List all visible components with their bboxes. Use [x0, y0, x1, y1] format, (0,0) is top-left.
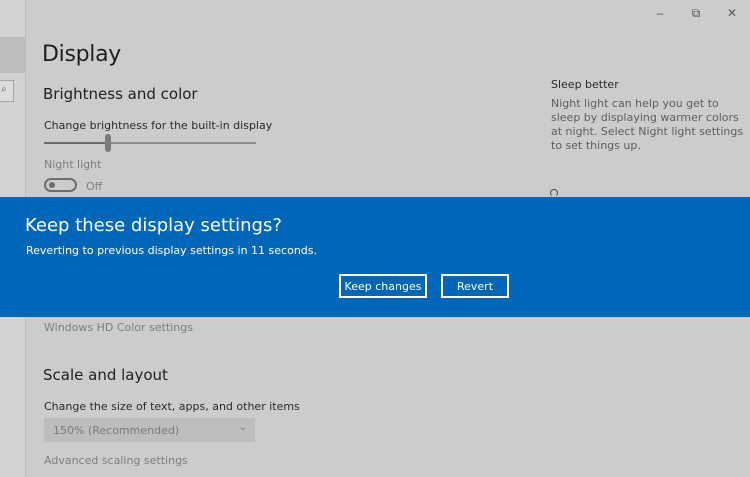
sleep-better-panel: Sleep better Night light can help you ge…: [551, 78, 746, 153]
sleep-better-text: Night light can help you get to sleep by…: [551, 97, 744, 152]
scale-dropdown[interactable]: 150% (Recommended) ⌄: [44, 418, 255, 442]
brightness-slider[interactable]: [44, 134, 256, 152]
keep-settings-dialog: Keep these display settings? Reverting t…: [0, 197, 750, 317]
help-icon: [550, 189, 558, 197]
revert-button[interactable]: Revert: [441, 274, 509, 298]
scale-size-label: Change the size of text, apps, and other…: [44, 400, 300, 413]
scale-section-title: Scale and layout: [43, 366, 168, 384]
restore-icon: ⧉: [691, 5, 701, 20]
window-controls: – ⧉ ✕: [642, 0, 750, 26]
night-light-toggle[interactable]: [44, 178, 77, 192]
brightness-slider-fill: [44, 142, 108, 144]
close-button[interactable]: ✕: [714, 0, 750, 26]
dialog-message: Reverting to previous display settings i…: [26, 244, 317, 257]
sleep-better-title: Sleep better: [551, 78, 619, 91]
brightness-slider-label: Change brightness for the built-in displ…: [44, 119, 273, 132]
dialog-title: Keep these display settings?: [25, 215, 282, 236]
brightness-section-title: Brightness and color: [43, 85, 198, 103]
minimize-icon: –: [656, 6, 664, 20]
night-light-state: Off: [86, 180, 103, 193]
advanced-scaling-link[interactable]: Advanced scaling settings: [44, 454, 188, 467]
nav-search-box[interactable]: ⌕: [0, 80, 14, 102]
search-icon: ⌕: [1, 84, 7, 95]
toggle-knob: [49, 182, 55, 188]
night-light-label: Night light: [44, 158, 102, 171]
scale-dropdown-value: 150% (Recommended): [53, 424, 180, 437]
brightness-slider-thumb[interactable]: [104, 134, 111, 152]
restore-button[interactable]: ⧉: [678, 0, 714, 26]
chevron-down-icon: ⌄: [238, 422, 247, 433]
keep-changes-button[interactable]: Keep changes: [339, 274, 427, 298]
minimize-button[interactable]: –: [642, 0, 678, 26]
close-icon: ✕: [726, 6, 738, 20]
hd-color-settings-link[interactable]: Windows HD Color settings: [44, 321, 193, 334]
page-title: Display: [42, 42, 121, 67]
nav-selected-item[interactable]: [0, 37, 25, 73]
